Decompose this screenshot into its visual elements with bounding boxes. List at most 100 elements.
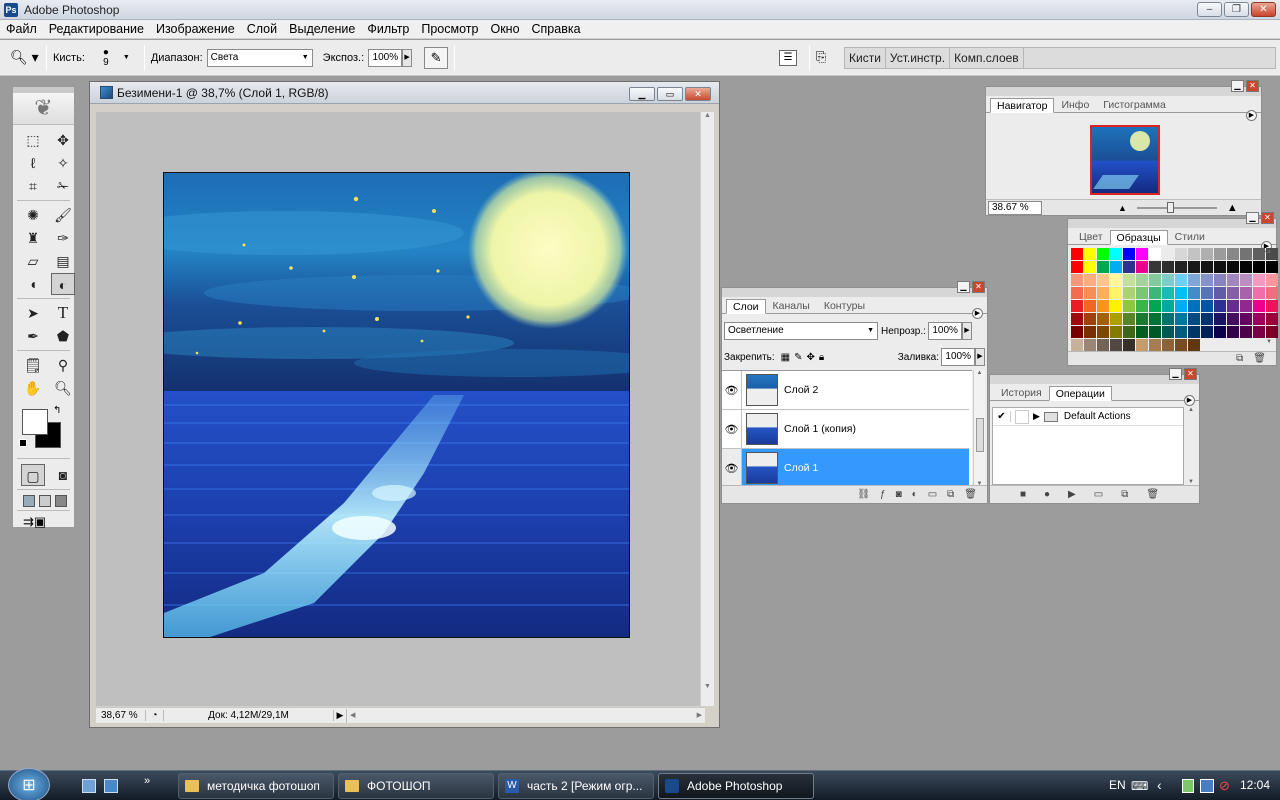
opacity-slider-button[interactable]: ▶ [961,322,972,340]
color-swatch[interactable] [1110,261,1122,273]
color-swatch[interactable] [1214,313,1226,325]
keyboard-icon[interactable]: ⌨ [1131,779,1148,793]
color-swatch[interactable] [1097,274,1109,286]
jump-to-imageready-icon[interactable]: ⇉▣ [23,514,61,532]
language-indicator[interactable]: EN [1109,778,1126,792]
zoom-tool-icon[interactable]: 🔍︎ [51,377,75,399]
menu-help[interactable]: Справка [526,22,587,36]
layer-visibility-eye-icon[interactable]: 👁︎ [722,371,742,410]
color-swatch[interactable] [1162,326,1174,338]
range-select[interactable]: Света ▼ [206,48,313,67]
foreground-color-swatch[interactable] [22,409,48,435]
color-swatch[interactable] [1227,326,1239,338]
color-swatch[interactable] [1240,313,1252,325]
color-swatch[interactable] [1136,326,1148,338]
color-swatch[interactable] [1240,248,1252,260]
new-layer-icon[interactable]: ⧉ [947,489,954,500]
menu-file[interactable]: Файл [0,22,43,36]
color-swatch[interactable] [1253,274,1265,286]
scroll-left-icon[interactable]: ◀ [350,711,355,719]
scroll-right-icon[interactable]: ▶ [697,711,702,719]
color-swatch[interactable] [1214,287,1226,299]
color-swatch[interactable] [1240,300,1252,312]
tab-history[interactable]: История [994,385,1049,400]
record-icon[interactable]: ● [1044,489,1050,500]
color-swatch[interactable] [1084,326,1096,338]
color-swatch[interactable] [1071,313,1083,325]
doc-close-button[interactable]: ✕ [685,87,711,101]
file-browser-icon[interactable]: ☰ [779,49,797,66]
color-swatch[interactable] [1201,326,1213,338]
color-swatch[interactable] [1175,261,1187,273]
color-swatch[interactable] [1201,248,1213,260]
color-swatch[interactable] [1201,261,1213,273]
lock-position-icon[interactable]: ✥ [807,352,815,363]
color-swatch[interactable] [1188,300,1200,312]
color-swatch[interactable] [1162,339,1174,351]
color-swatch[interactable] [1136,287,1148,299]
pen-tool-icon[interactable]: ✒ [21,325,45,347]
color-swatch[interactable] [1149,274,1161,286]
color-swatch[interactable] [1136,339,1148,351]
color-swatch[interactable] [1162,261,1174,273]
opacity-input[interactable]: 100% [927,322,962,340]
color-swatch[interactable] [1214,261,1226,273]
swatches-scrollbar[interactable]: ▲ ▼ [1266,249,1274,345]
doc-maximize-button[interactable]: ▭ [657,87,683,101]
slice-tool-icon[interactable]: ✁ [51,175,75,197]
color-swatch[interactable] [1175,274,1187,286]
color-swatch[interactable] [1175,287,1187,299]
color-swatch[interactable] [1071,326,1083,338]
lasso-tool-icon[interactable]: ℓ [21,152,45,174]
color-swatch[interactable] [1253,248,1265,260]
standard-screen-mode-icon[interactable] [23,495,35,507]
color-swatch[interactable] [1253,287,1265,299]
minimize-button[interactable]: – [1197,2,1222,17]
swatches-minimize-button[interactable]: ▁ [1246,212,1259,224]
color-swatch[interactable] [1188,287,1200,299]
color-swatch[interactable] [1136,300,1148,312]
color-swatch[interactable] [1136,274,1148,286]
color-swatch[interactable] [1071,274,1083,286]
color-swatch[interactable] [1175,326,1187,338]
color-swatch[interactable] [1084,339,1096,351]
color-swatch[interactable] [1162,248,1174,260]
color-swatch[interactable] [1201,313,1213,325]
document-image[interactable] [163,172,630,638]
color-swatch[interactable] [1084,287,1096,299]
airbrush-button[interactable]: ✎ [424,46,449,69]
lock-transparency-icon[interactable]: ▦ [781,352,790,363]
color-swatch[interactable] [1084,261,1096,273]
brush-tool-icon[interactable]: 🖌︎ [51,204,75,226]
fill-slider-button[interactable]: ▶ [975,348,985,366]
crop-tool-icon[interactable]: ⌗ [21,175,45,197]
dodge-tool-preset-icon[interactable]: 🔍︎ ▾ [10,49,40,66]
magic-wand-tool-icon[interactable]: ✧ [51,152,75,174]
color-swatch[interactable] [1071,300,1083,312]
color-swatch[interactable] [1214,274,1226,286]
color-swatch[interactable] [1253,300,1265,312]
clock[interactable]: 12:04 [1240,778,1270,792]
delete-action-icon[interactable]: 🗑︎ [1146,489,1159,500]
layers-scrollbar[interactable]: ▲ ▼ [973,370,985,487]
color-swatch[interactable] [1084,274,1096,286]
zoom-out-icon[interactable]: ▲ [1118,203,1127,213]
color-swatch[interactable] [1188,274,1200,286]
menu-edit[interactable]: Редактирование [43,22,150,36]
color-swatch[interactable] [1097,248,1109,260]
color-swatch[interactable] [1188,339,1200,351]
color-swatch[interactable] [1149,326,1161,338]
color-swatch[interactable] [1149,300,1161,312]
quicklaunch-switch-windows-icon[interactable] [104,779,118,793]
color-swatch[interactable] [1188,313,1200,325]
color-swatch[interactable] [1097,326,1109,338]
color-swatch[interactable] [1214,248,1226,260]
color-swatch[interactable] [1175,339,1187,351]
color-swatch[interactable] [1136,248,1148,260]
new-action-icon[interactable]: ⧉ [1121,489,1128,500]
color-swatch[interactable] [1110,326,1122,338]
color-swatch[interactable] [1149,261,1161,273]
vertical-scrollbar[interactable]: ▲ ▼ [700,112,714,706]
color-swatch[interactable] [1097,261,1109,273]
shape-tool-icon[interactable]: ⬟ [51,325,75,347]
